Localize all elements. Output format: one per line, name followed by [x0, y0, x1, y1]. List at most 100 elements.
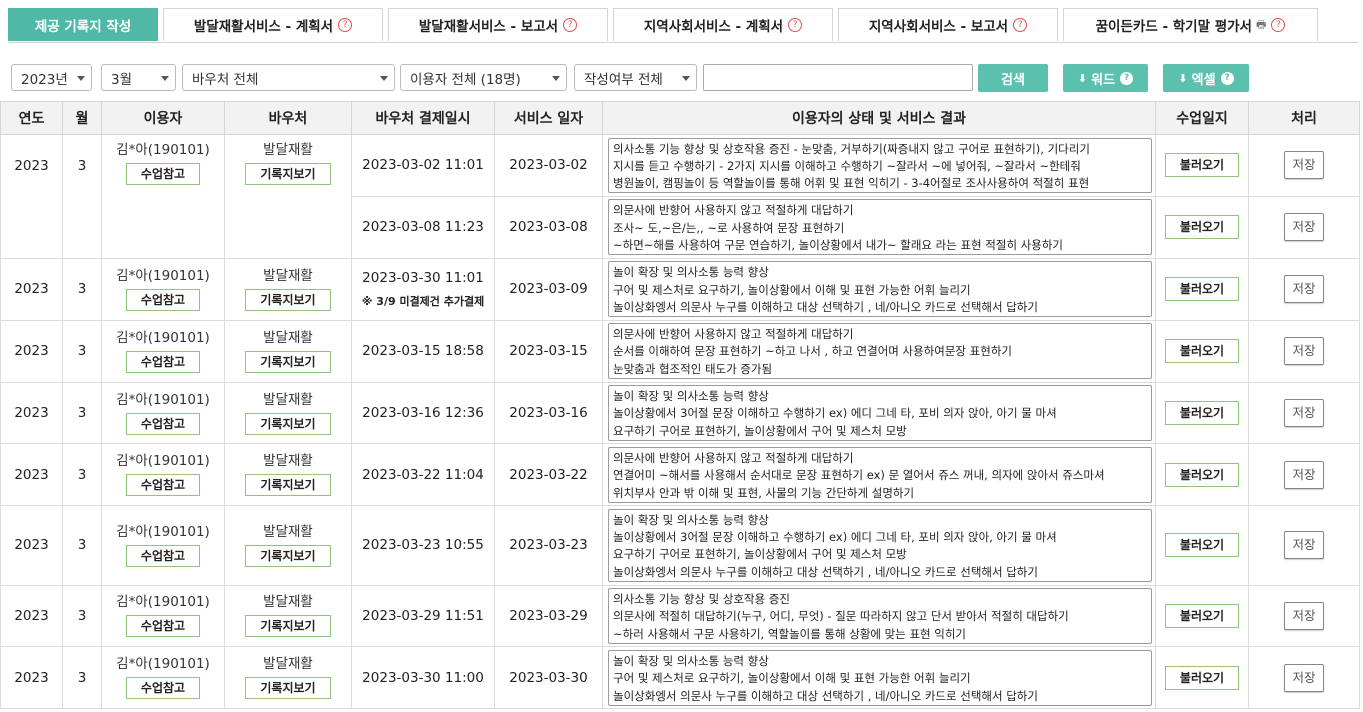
voucher-cell: 발달재활 기록지보기 [224, 381, 352, 445]
result-textarea[interactable]: 의문사에 반향어 사용하지 않고 적절하게 대답하기 순서를 이해하여 문장 표현… [608, 323, 1152, 380]
help-icon[interactable]: ? [1120, 71, 1134, 85]
load-button[interactable]: 불러오기 [1165, 603, 1239, 628]
save-button[interactable]: 저장 [1284, 337, 1324, 366]
download-icon: ⬇ [1178, 71, 1188, 85]
voucher-name: 발달재활 [263, 656, 313, 673]
result-textarea[interactable]: 놀이 확장 및 의사소통 능력 향상 놀이상황에서 3어절 문장 이해하고 수행하… [608, 385, 1152, 441]
save-button[interactable]: 저장 [1284, 601, 1324, 630]
help-icon[interactable]: ? [338, 18, 353, 32]
result-line: 순서를 이해하여 문장 표현하기 ~하고 나서 , 하고 연결어며 사용하여문장… [613, 344, 1012, 359]
load-button[interactable]: 불러오기 [1165, 462, 1239, 487]
result-line: 놀이상황에서 3어절 문장 이해하고 수행하기 ex) 에디 그네 타, 포비 … [613, 406, 1057, 421]
result-textarea[interactable]: 놀이 확장 및 의사소통 능력 향상 놀이상황에서 3어절 문장 이해하고 수행하… [608, 508, 1152, 583]
view-record-button[interactable]: 기록지보기 [245, 615, 331, 638]
lesson-reference-button[interactable]: 수업참고 [126, 615, 200, 638]
word-export-button[interactable]: ⬇ 워드? [1063, 64, 1148, 92]
service-date-cell: 2023-03-15 [494, 319, 603, 383]
view-record-button[interactable]: 기록지보기 [245, 544, 331, 567]
table-header-row: 연도 월 이용자 바우처 바우처 결제일시 서비스 일자 이용자의 상태 및 서비스 결과 수… [0, 101, 1360, 135]
action-cell: 저장 [1248, 646, 1360, 710]
view-record-button[interactable]: 기록지보기 [245, 474, 331, 497]
result-textarea[interactable]: 의문사에 반향어 사용하지 않고 적절하게 대답하기 연결어미 ~해서를 사용해서… [608, 446, 1152, 503]
lesson-reference-button[interactable]: 수업참고 [126, 163, 200, 185]
save-button[interactable]: 저장 [1284, 213, 1324, 242]
tab-5[interactable]: 지역사회서비스 - 보고서? [838, 8, 1058, 41]
tab-4[interactable]: 지역사회서비스 - 계획서? [613, 8, 833, 41]
help-icon[interactable]: ? [1220, 71, 1234, 85]
save-button[interactable]: 저장 [1284, 663, 1324, 692]
user-name: 김*아(190101) [116, 523, 210, 540]
service-date-cell: 2023-03-29 [494, 584, 603, 648]
chevron-down-icon [682, 76, 690, 81]
lesson-reference-button[interactable]: 수업참고 [126, 544, 200, 567]
print-icon[interactable]: 🖶 [1256, 16, 1266, 35]
result-textarea[interactable]: 놀이 확장 및 의사소통 능력 향상 구어 및 제스처로 요구하기, 놀이상황에서… [608, 649, 1152, 706]
save-button[interactable]: 저장 [1284, 151, 1324, 180]
result-line: 조사~ 도,~은/는,, ~로 사용하여 문장 표현하기 [613, 220, 845, 235]
view-record-button[interactable]: 기록지보기 [245, 350, 331, 373]
user-cell: 김*아(190101) 수업참고 [101, 257, 225, 321]
tab-2[interactable]: 발달재활서비스 - 계획서? [163, 8, 383, 41]
save-button[interactable]: 저장 [1284, 399, 1324, 427]
year-select-value: 2023년 [21, 71, 68, 88]
lesson-reference-button[interactable]: 수업참고 [126, 288, 200, 311]
result-line: 눈맞춤과 협조적인 태도가 증가됨 [613, 361, 773, 376]
search-button[interactable]: 검색 [978, 64, 1048, 92]
user-name: 김*아(190101) [116, 329, 210, 346]
view-record-button[interactable]: 기록지보기 [245, 288, 331, 311]
load-button[interactable]: 불러오기 [1165, 665, 1239, 690]
table-row: 2023 3 김*아(190101) 수업참고 발달재활 기록지보기 2023-03-23 … [0, 505, 1360, 586]
result-line: 놀이상화엥서 의문사 누구를 이해하고 대상 선택하기 , 네/아니오 카드로 … [613, 564, 1038, 579]
lesson-reference-button[interactable]: 수업참고 [126, 350, 200, 373]
lesson-reference-button[interactable]: 수업참고 [126, 474, 200, 497]
result-textarea[interactable]: 의사소통 기능 향상 및 상호작용 증진 의문사에 적절히 대답하기(누구, 어디… [608, 588, 1152, 644]
load-button[interactable]: 불러오기 [1165, 401, 1239, 425]
column-header: 월 [62, 101, 102, 135]
load-button[interactable]: 불러오기 [1165, 277, 1239, 302]
save-button[interactable]: 저장 [1284, 460, 1324, 489]
tab-label: 발달재활서비스 - 보고서 [418, 19, 559, 35]
chevron-down-icon [380, 76, 388, 81]
service-date-cell: 2023-03-09 [494, 257, 603, 321]
excel-export-button[interactable]: ⬇ 엑셀? [1163, 64, 1249, 92]
load-button[interactable]: 불러오기 [1165, 153, 1239, 178]
tab-3[interactable]: 발달재활서비스 - 보고서? [388, 8, 608, 41]
month-select[interactable]: 3월 [101, 64, 176, 91]
search-input[interactable] [703, 64, 973, 91]
result-textarea[interactable]: 의사소통 기능 향상 및 상호작용 증진 - 눈맞춤, 거부하기(짜증내지 않고… [608, 137, 1152, 194]
payment-datetime-cell: 2023-03-22 11:04 [351, 443, 495, 507]
result-textarea[interactable]: 의문사에 반향어 사용하지 않고 적절하게 대답하기조사~ 도,~은/는,, ~… [608, 199, 1152, 256]
lesson-reference-button[interactable]: 수업참고 [126, 677, 200, 700]
tab-1[interactable]: 제공 기록지 작성 [8, 8, 158, 41]
save-button[interactable]: 저장 [1284, 275, 1324, 304]
chevron-down-icon [552, 76, 560, 81]
help-icon[interactable]: ? [563, 18, 578, 32]
result-line: 의사소통 기능 향상 및 상호작용 증진 - 눈맞춤, 거부하기(짜증내지 않고… [613, 141, 1090, 156]
result-cell: 놀이 확장 및 의사소통 능력 향상 놀이상황에서 3어절 문장 이해하고 수행하… [602, 505, 1156, 586]
user-select[interactable]: 이용자 전체 (18명) [400, 64, 567, 91]
table-row: 2023 3 김*아(190101) 수업참고 발달재활 기록지보기 2023-03-02 … [0, 134, 1360, 197]
load-button[interactable]: 불러오기 [1165, 215, 1239, 240]
voucher-select[interactable]: 바우처 전체 [182, 64, 395, 91]
lesson-reference-button[interactable]: 수업참고 [126, 412, 200, 435]
view-record-button[interactable]: 기록지보기 [245, 163, 331, 185]
action-cell: 저장 [1248, 257, 1360, 321]
view-record-button[interactable]: 기록지보기 [245, 412, 331, 435]
help-icon[interactable]: ? [1271, 18, 1286, 32]
result-textarea[interactable]: 놀이 확장 및 의사소통 능력 향상 구어 및 제스처로 요구하기, 놀이상황에서… [608, 261, 1152, 318]
result-line: 의문사에 반향어 사용하지 않고 적절하게 대답하기 [613, 203, 854, 218]
download-icon: ⬇ [1077, 71, 1088, 85]
view-record-button[interactable]: 기록지보기 [245, 677, 331, 700]
help-icon[interactable]: ? [788, 18, 803, 32]
tab-6[interactable]: 꿈이든카드 - 학기말 평가서 🖶? [1063, 8, 1318, 41]
excel-export-label: 엑셀 [1191, 72, 1216, 88]
voucher-name: 발달재활 [263, 142, 313, 158]
help-icon[interactable]: ? [1013, 18, 1028, 32]
column-header: 이용자 [101, 101, 225, 135]
status-select[interactable]: 작성여부 전체 [574, 64, 697, 91]
load-button[interactable]: 불러오기 [1165, 533, 1239, 558]
year-select[interactable]: 2023년 [11, 64, 92, 91]
save-button[interactable]: 저장 [1284, 531, 1324, 560]
table-row: 2023 3 김*아(190101) 수업참고 발달재활 기록지보기 2023-03-29 … [0, 584, 1360, 648]
load-button[interactable]: 불러오기 [1165, 339, 1239, 364]
